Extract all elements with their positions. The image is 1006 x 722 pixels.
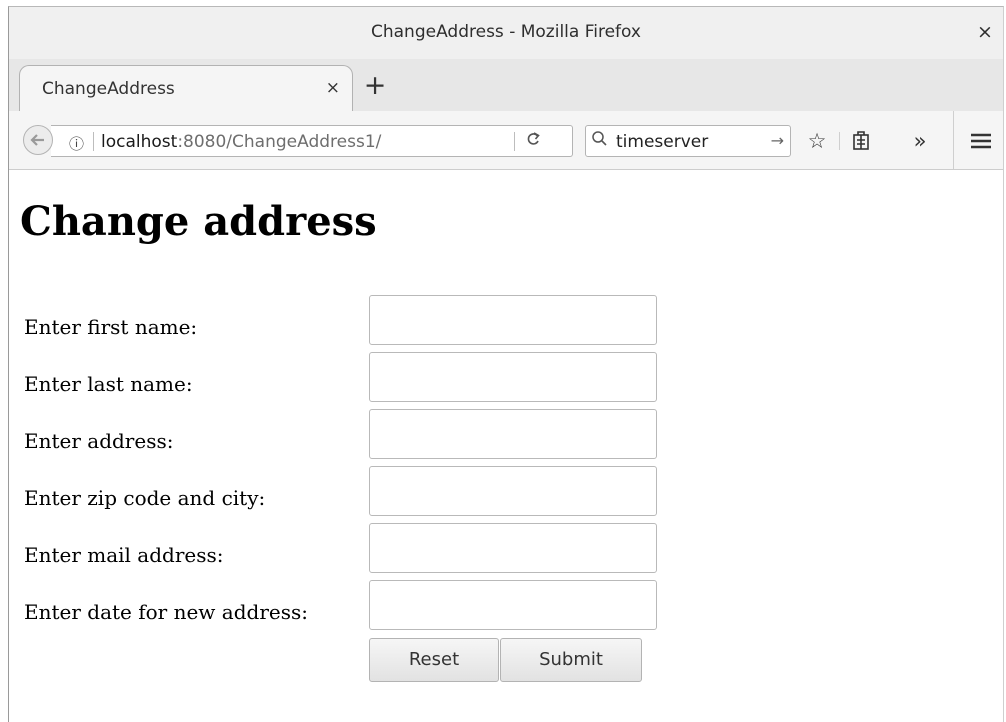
tab-strip: ChangeAddress × + xyxy=(9,59,1003,112)
tab-label: ChangeAddress xyxy=(42,79,175,99)
bookmark-star-icon[interactable]: ☆ xyxy=(803,125,831,157)
title-bar: ChangeAddress - Mozilla Firefox × xyxy=(9,7,1003,60)
address-label: Enter address: xyxy=(24,429,174,453)
back-arrow-icon[interactable] xyxy=(23,125,53,155)
search-icon xyxy=(591,130,608,152)
hamburger-menu-icon[interactable] xyxy=(966,125,996,157)
mail-address-label: Enter mail address: xyxy=(24,543,224,567)
url-host: localhost xyxy=(101,132,178,152)
first-name-input[interactable] xyxy=(369,295,657,345)
toolbar-divider xyxy=(953,111,954,169)
search-input[interactable]: timeserver xyxy=(616,132,708,152)
info-icon[interactable]: ⓘ xyxy=(69,133,84,154)
search-bar[interactable]: timeserver → xyxy=(585,125,791,157)
window-title: ChangeAddress - Mozilla Firefox xyxy=(371,22,641,42)
tab-close-button[interactable]: × xyxy=(326,78,340,98)
reload-icon[interactable] xyxy=(525,130,541,153)
mail-address-input[interactable] xyxy=(369,523,657,573)
window-close-button[interactable]: × xyxy=(973,19,997,45)
new-address-date-label: Enter date for new address: xyxy=(24,600,308,624)
submit-button[interactable]: Submit xyxy=(500,638,642,682)
url-divider xyxy=(514,132,515,151)
tab-changeaddress[interactable]: ChangeAddress × xyxy=(19,65,353,111)
reading-list-icon[interactable] xyxy=(847,125,875,157)
url-bar[interactable]: ⓘ localhost:8080/ChangeAddress1/ xyxy=(51,125,573,157)
page-title: Change address xyxy=(20,198,377,245)
first-name-label: Enter first name: xyxy=(24,315,198,339)
new-address-date-input[interactable] xyxy=(369,580,657,630)
browser-window: ChangeAddress - Mozilla Firefox × Change… xyxy=(8,6,1004,722)
reset-button[interactable]: Reset xyxy=(369,638,499,682)
page-content: Change address Enter first name: Enter l… xyxy=(9,170,1003,722)
last-name-label: Enter last name: xyxy=(24,372,193,396)
new-tab-button[interactable]: + xyxy=(359,69,391,103)
url-path: :8080/ChangeAddress1/ xyxy=(177,132,382,152)
last-name-input[interactable] xyxy=(369,352,657,402)
toolbar-divider xyxy=(839,132,840,150)
url-text[interactable]: localhost:8080/ChangeAddress1/ xyxy=(101,132,381,152)
url-divider xyxy=(93,132,94,151)
address-input[interactable] xyxy=(369,409,657,459)
navigation-toolbar: ⓘ localhost:8080/ChangeAddress1/ timeser… xyxy=(9,111,1003,170)
zip-city-input[interactable] xyxy=(369,466,657,516)
go-arrow-icon[interactable]: → xyxy=(771,131,784,150)
overflow-chevron-icon[interactable]: » xyxy=(905,125,935,157)
zip-city-label: Enter zip code and city: xyxy=(24,486,266,510)
